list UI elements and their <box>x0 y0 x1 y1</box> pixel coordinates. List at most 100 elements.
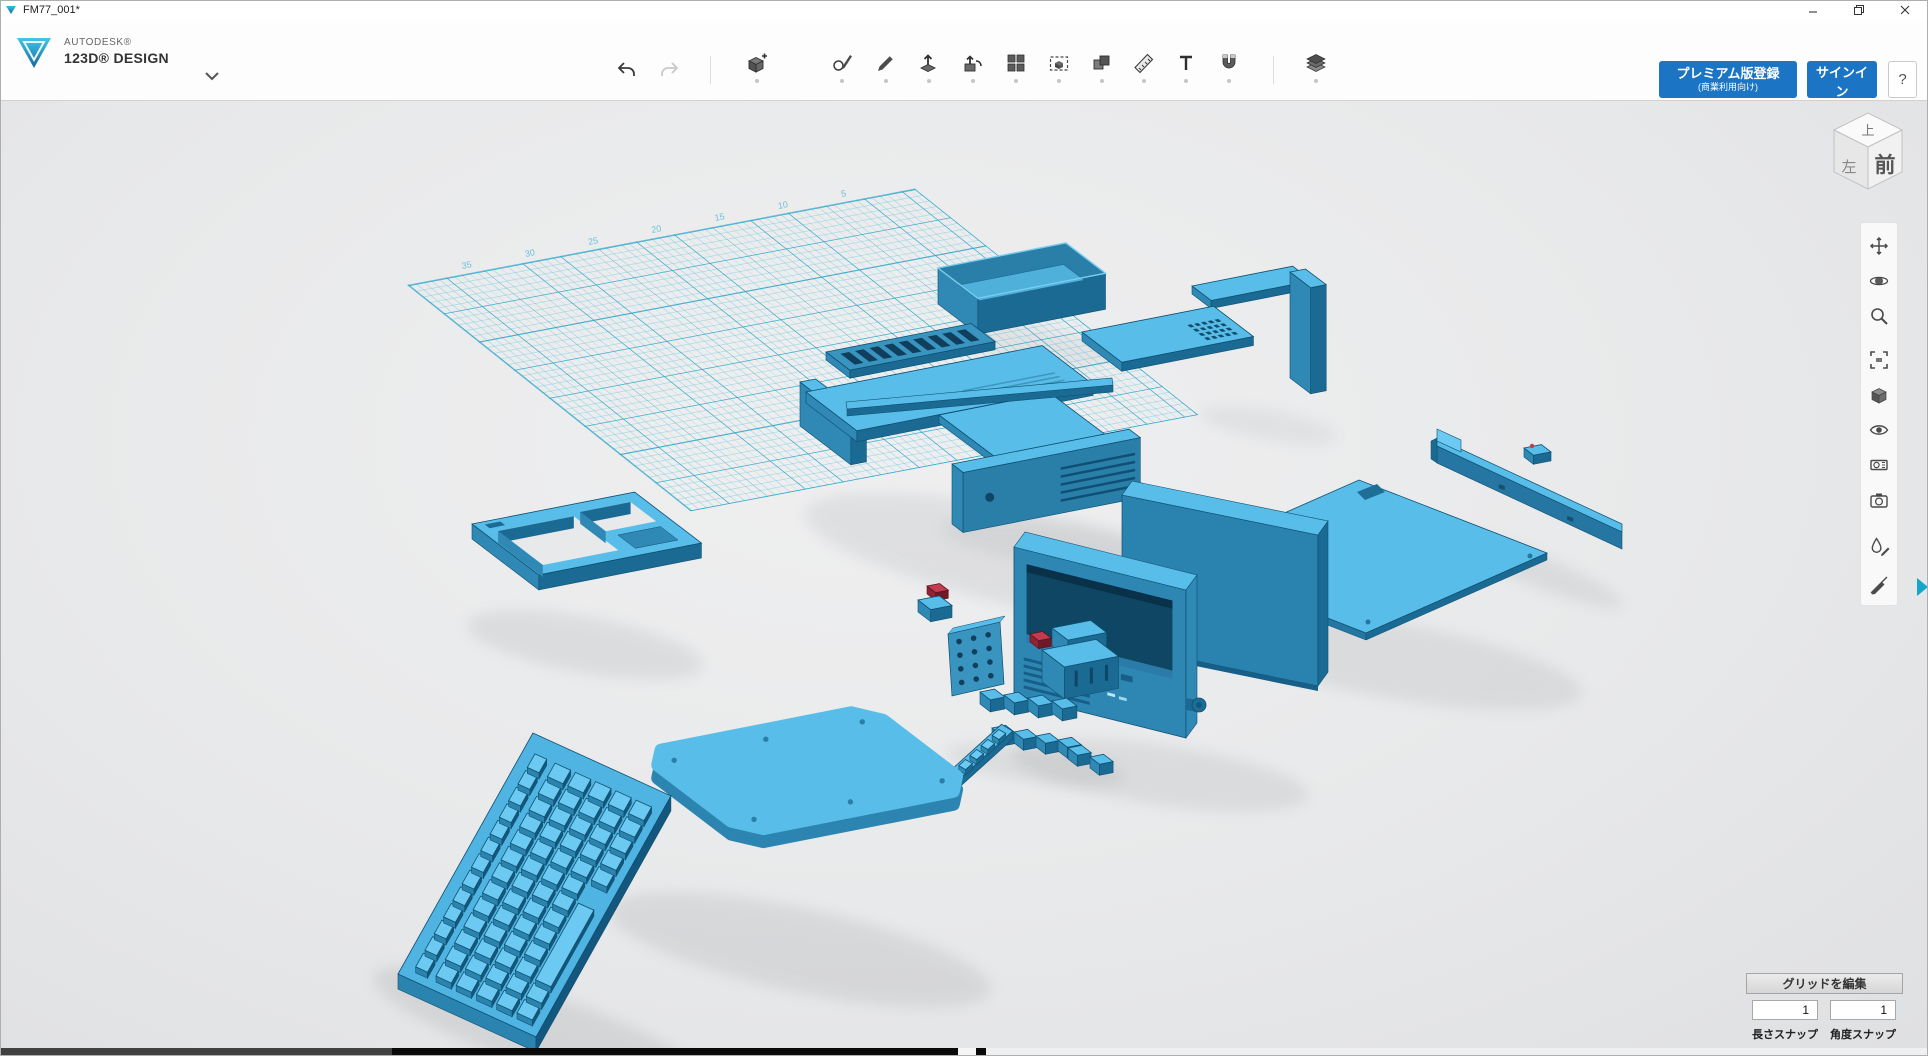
taskbar-fragment <box>0 1048 1928 1056</box>
screenshot-button[interactable] <box>1865 487 1893 515</box>
app-icon <box>5 4 17 16</box>
extrude-icon <box>917 51 941 75</box>
shaded-view-button[interactable] <box>1865 382 1893 410</box>
signin-button[interactable]: サインイン <box>1807 61 1877 98</box>
part-keyboard[interactable] <box>398 733 671 1052</box>
help-button[interactable]: ? <box>1888 61 1917 98</box>
eye-icon <box>1868 419 1890 441</box>
pattern-icon <box>1004 51 1028 75</box>
primitives-icon <box>745 51 769 75</box>
orbit-button[interactable] <box>1865 268 1893 296</box>
view-toolbar <box>1860 222 1898 606</box>
material-tool[interactable] <box>1298 51 1334 95</box>
svg-text:20: 20 <box>651 223 663 235</box>
measure-tool[interactable] <box>1126 51 1162 95</box>
pan-button[interactable] <box>1865 233 1893 261</box>
taskbar-segment <box>986 1048 1928 1056</box>
taskbar-segment <box>958 1048 976 1056</box>
taskbar-segment <box>392 1048 958 1056</box>
pattern-tool[interactable] <box>998 51 1034 95</box>
sketch-visibility-button[interactable] <box>1865 572 1893 600</box>
part-small-box[interactable] <box>918 596 952 622</box>
construct-tool[interactable] <box>911 51 947 95</box>
svg-text:30: 30 <box>524 247 536 259</box>
view-cube-front-label: 前 <box>1875 153 1896 177</box>
premium-label-line2: (商業利用向け) <box>1698 82 1758 93</box>
premium-button[interactable]: プレミアム版登録 (商業利用向け) <box>1659 61 1797 98</box>
minimize-icon <box>1807 4 1819 16</box>
part-bezel-frame[interactable] <box>472 492 701 590</box>
chevron-down-icon <box>204 71 220 83</box>
text-tool[interactable] <box>1168 51 1204 95</box>
magnet-icon <box>1217 51 1241 75</box>
visual-style-button[interactable] <box>1865 452 1893 480</box>
camera-icon <box>1868 489 1890 511</box>
restore-icon <box>1853 4 1865 16</box>
visual-style-icon <box>1868 454 1890 476</box>
restore-button[interactable] <box>1836 0 1882 20</box>
snap-tool[interactable] <box>1211 51 1247 95</box>
titlebar: FM77_001* <box>0 0 1928 21</box>
fit-view-button[interactable] <box>1865 347 1893 375</box>
sketch-icon <box>830 51 854 75</box>
view-cube-left-label: 左 <box>1841 159 1856 176</box>
brand-line2: 123D® DESIGN <box>64 50 169 68</box>
edit-material-button[interactable] <box>1865 533 1893 561</box>
part-tray[interactable] <box>938 243 1106 334</box>
toolbar-separator <box>1273 56 1274 84</box>
minimize-button[interactable] <box>1790 0 1836 20</box>
brand-line1: AUTODESK® <box>64 37 169 50</box>
panel-collapse-arrow[interactable] <box>1917 578 1928 596</box>
pencil-icon <box>874 51 898 75</box>
primitives-tool[interactable] <box>739 51 775 95</box>
main-menu-chevron[interactable] <box>198 70 226 87</box>
length-snap-label: 長さスナップ <box>1745 1026 1825 1042</box>
svg-text:15: 15 <box>714 211 726 223</box>
sketch-tool[interactable] <box>824 51 860 95</box>
part-top-cover[interactable] <box>658 713 956 841</box>
length-snap-input[interactable] <box>1752 1000 1818 1020</box>
close-button[interactable] <box>1882 0 1928 20</box>
window-title: FM77_001* <box>23 4 80 16</box>
visibility-button[interactable] <box>1865 417 1893 445</box>
orbit-icon <box>1868 270 1890 292</box>
part-small-cube[interactable] <box>980 689 1005 712</box>
svg-text:35: 35 <box>461 259 473 271</box>
draw-tool[interactable] <box>868 51 904 95</box>
premium-label-line1: プレミアム版登録 <box>1676 66 1779 82</box>
ruler-icon <box>1132 51 1156 75</box>
combine-icon <box>1090 51 1114 75</box>
part-small-latch[interactable] <box>1524 444 1551 465</box>
part-connector-box[interactable] <box>1042 639 1119 699</box>
grid-axis-labels: 5 10 15 20 25 30 35 <box>461 188 847 271</box>
hide-sketch-icon <box>1868 574 1890 596</box>
grouping-icon <box>1047 51 1071 75</box>
grid-edit-button[interactable]: グリッドを編集 <box>1746 973 1903 994</box>
scene-svg: 5 10 15 20 25 30 35 <box>0 0 1928 1056</box>
svg-text:25: 25 <box>587 235 599 247</box>
123d-logo-icon <box>14 32 54 72</box>
press-pull-icon <box>961 51 985 75</box>
modify-tool[interactable] <box>955 51 991 95</box>
viewport-3d[interactable]: 5101520253035 上 左 前 グリッドを編集 長さスナップ 角度スナッ… <box>0 0 1928 1048</box>
part-right-plate[interactable] <box>1082 306 1253 371</box>
material-drop-icon <box>1868 535 1890 557</box>
undo-icon <box>615 58 639 82</box>
undo-button[interactable] <box>609 58 645 102</box>
toolbar-separator <box>710 56 711 84</box>
taskbar-segment <box>976 1048 986 1056</box>
app-logo[interactable]: AUTODESK® 123D® DESIGN <box>14 32 169 72</box>
zoom-button[interactable] <box>1865 303 1893 331</box>
view-cube[interactable]: 上 左 前 <box>1820 100 1916 196</box>
combine-tool[interactable] <box>1084 51 1120 95</box>
svg-text:5: 5 <box>840 188 847 199</box>
fit-view-icon <box>1868 349 1890 371</box>
part-perforated-plate[interactable] <box>948 616 1005 696</box>
main-toolbar: AUTODESK® 123D® DESIGN プレミアム版登録 (商業利用向け)… <box>0 20 1928 101</box>
text-icon <box>1174 51 1198 75</box>
grouping-tool[interactable] <box>1041 51 1077 95</box>
redo-button[interactable] <box>651 58 687 102</box>
svg-text:10: 10 <box>777 199 789 211</box>
angle-snap-input[interactable] <box>1830 1000 1896 1020</box>
pan-icon <box>1868 235 1890 257</box>
